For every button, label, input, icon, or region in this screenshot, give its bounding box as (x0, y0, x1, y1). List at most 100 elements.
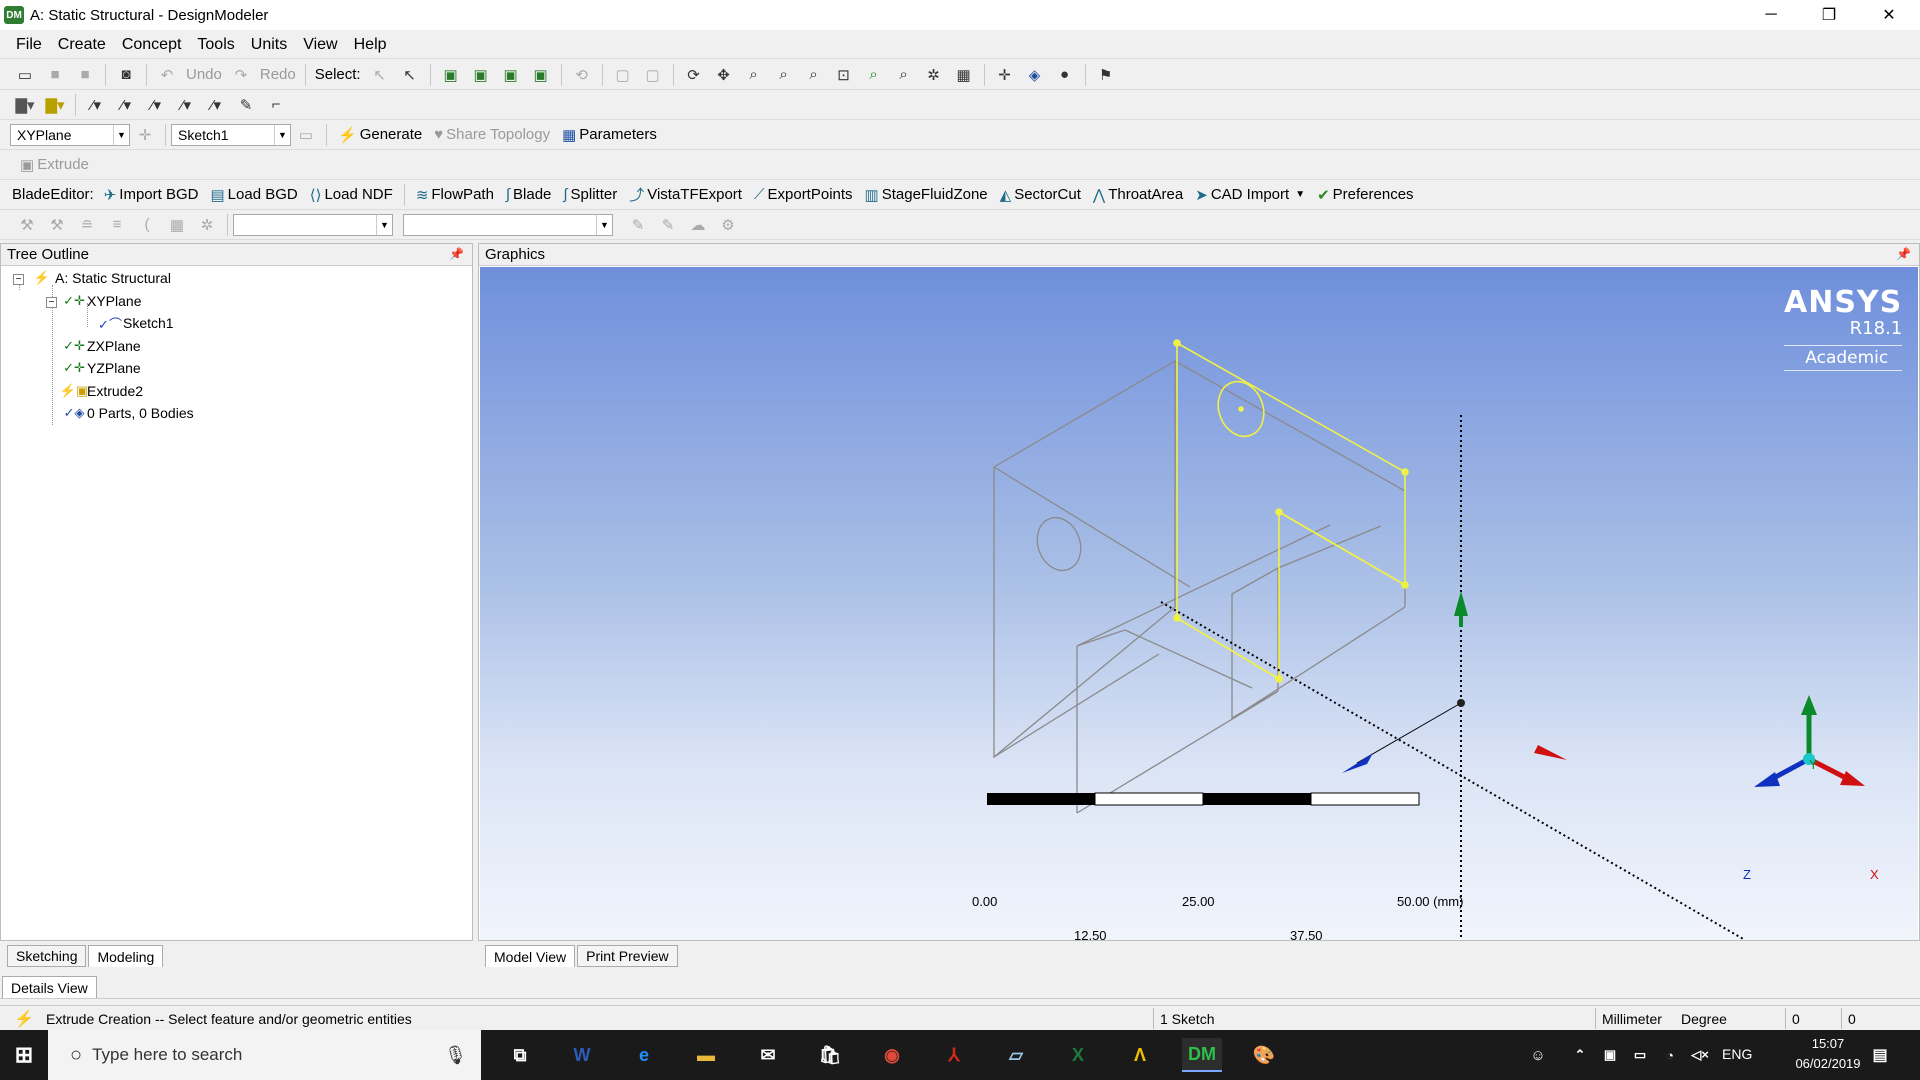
rotate-icon[interactable]: ⟳ (682, 64, 706, 86)
collapse-xyplane-icon[interactable]: − (46, 297, 57, 308)
filter-combo-1[interactable]: ▼ (233, 213, 393, 236)
body-filter-icon[interactable]: ▣ (529, 64, 553, 86)
tool-g-icon[interactable]: ✲ (195, 214, 219, 236)
filter-combo-2[interactable]: ▼ (403, 213, 613, 236)
tree-node-sketch1[interactable]: ✓⌒ Sketch1 (98, 315, 174, 332)
share-topology-button[interactable]: ♥ Share Topology (434, 126, 550, 143)
exportpoints-button[interactable]: ⟋ ExportPoints (754, 186, 853, 203)
redo-button[interactable]: Redo (260, 66, 296, 83)
tool-f-icon[interactable]: ▦ (165, 214, 189, 236)
box-zoom-icon[interactable]: ⌕ (772, 64, 796, 86)
tree-node-parts-bodies[interactable]: ✓◈ 0 Parts, 0 Bodies (64, 405, 194, 421)
action-center-icon[interactable]: ▤ (1860, 1038, 1900, 1072)
generate-button[interactable]: ⚡ Generate (338, 126, 422, 144)
preferences-button[interactable]: ✔ Preferences (1317, 186, 1413, 204)
tree-node-yzplane[interactable]: ✓✛ YZPlane (63, 360, 141, 376)
undo-icon[interactable]: ↶ (155, 64, 179, 86)
spline-tool-icon[interactable]: ⁄▾ (144, 94, 168, 116)
face-filter-icon[interactable]: ▣ (499, 64, 523, 86)
face-color-icon[interactable]: ▇▾ (13, 94, 37, 116)
display-plane-icon[interactable]: ▦ (952, 64, 976, 86)
windows-start-icon[interactable]: ⊞ (4, 1038, 44, 1072)
collapse-root-icon[interactable]: − (13, 274, 24, 285)
chrome-icon[interactable]: ◉ (872, 1038, 912, 1072)
details-view-tab[interactable]: Details View (2, 976, 97, 998)
tool-i-icon[interactable]: ✎ (656, 214, 680, 236)
line-tool-icon[interactable]: ⁄▾ (114, 94, 138, 116)
point-tool-icon[interactable]: ⁄▾ (84, 94, 108, 116)
clock-date[interactable]: 06/02/2019 (1788, 1056, 1868, 1071)
display-model-icon[interactable]: ◈ (1023, 64, 1047, 86)
pan-icon[interactable]: ✥ (712, 64, 736, 86)
dimension-tool-icon[interactable]: ⌐ (264, 94, 288, 116)
edge-filter-icon[interactable]: ▣ (469, 64, 493, 86)
menu-create[interactable]: Create (58, 36, 106, 54)
undo-button[interactable]: Undo (186, 66, 222, 83)
sketch-select[interactable]: Sketch1 ▼ (171, 123, 291, 146)
tab-sketching[interactable]: Sketching (7, 945, 87, 967)
stagefluidzone-button[interactable]: ▥ StageFluidZone (865, 186, 988, 204)
parameters-button[interactable]: ▦ Parameters (562, 126, 657, 144)
store-icon[interactable]: 🛍 (810, 1038, 850, 1072)
menu-concept[interactable]: Concept (122, 36, 182, 54)
tool-e-icon[interactable]: ( (135, 214, 159, 236)
load-ndf-button[interactable]: ⟨⟩ Load NDF (310, 186, 393, 204)
axis-triad-icon[interactable]: ✛ (993, 64, 1017, 86)
tree-node-xyplane[interactable]: ✓✛ XYPlane (63, 293, 141, 309)
throatarea-button[interactable]: ⋀ ThroatArea (1093, 186, 1183, 204)
tool-c-icon[interactable]: ≘ (75, 214, 99, 236)
named-selection-icon[interactable]: ⚑ (1094, 64, 1118, 86)
vistatfexport-button[interactable]: ⤴ VistaTFExport (629, 184, 742, 205)
extrude-button[interactable]: ▣ Extrude (20, 156, 89, 174)
import-bgd-button[interactable]: ✈ Import BGD (104, 186, 199, 204)
file-explorer-icon[interactable]: ▬ (686, 1038, 726, 1072)
tool-k-icon[interactable]: ⚙ (716, 214, 740, 236)
volume-icon[interactable]: ◁× (1680, 1038, 1720, 1072)
new-plane-icon[interactable]: ✛ (133, 124, 157, 146)
save-icon[interactable]: ■ (43, 64, 67, 86)
blade-button[interactable]: ∫ Blade (506, 186, 551, 203)
point-filter-icon[interactable]: ▣ (439, 64, 463, 86)
pin-icon[interactable]: 📌 (449, 247, 464, 261)
box-select-icon[interactable]: ▢ (611, 64, 635, 86)
tree-node-zxplane[interactable]: ✓✛ ZXPlane (63, 338, 141, 354)
zoom-out-icon[interactable]: ⌕ (892, 64, 916, 86)
select-mode-icon[interactable]: ↖ (398, 64, 422, 86)
tab-modeling[interactable]: Modeling (88, 945, 164, 967)
new-icon[interactable]: ▭ (13, 64, 37, 86)
tool-h-icon[interactable]: ✎ (626, 214, 650, 236)
splitter-button[interactable]: ∫ Splitter (563, 186, 617, 203)
zoom-region-icon[interactable]: ⊡ (832, 64, 856, 86)
tree-node-extrude2[interactable]: ⚡▣ Extrude2 (60, 383, 143, 399)
screenshot-icon[interactable]: ◙ (114, 64, 138, 86)
tool-d-icon[interactable]: ≡ (105, 214, 129, 236)
paint-icon[interactable]: 🎨 (1244, 1038, 1284, 1072)
load-bgd-button[interactable]: ▤ Load BGD (210, 186, 297, 204)
close-button[interactable]: ✕ (1860, 0, 1918, 30)
redo-icon[interactable]: ↷ (229, 64, 253, 86)
search-input[interactable]: Type here to search (92, 1045, 242, 1065)
taskbar-search[interactable]: ○ Type here to search 🎙 (48, 1030, 481, 1080)
tree-node-static-structural[interactable]: ⚡ A: Static Structural (33, 270, 171, 286)
zoom-icon[interactable]: ⌕ (742, 64, 766, 86)
sectorcut-button[interactable]: ◭ SectorCut (1000, 186, 1081, 204)
menu-tools[interactable]: Tools (197, 36, 234, 54)
tool-b-icon[interactable]: ⚒ (45, 214, 69, 236)
mail-icon[interactable]: ✉ (748, 1038, 788, 1072)
plane-select[interactable]: XYPlane ▼ (10, 123, 130, 146)
cad-import-button[interactable]: ➤ CAD Import ▼ (1195, 186, 1305, 204)
tool-a-icon[interactable]: ⚒ (15, 214, 39, 236)
save-as-icon[interactable]: ■ (73, 64, 97, 86)
select-new-icon[interactable]: ↖ (368, 64, 392, 86)
flowpath-button[interactable]: ≋ FlowPath (416, 186, 494, 204)
tab-print-preview[interactable]: Print Preview (577, 945, 678, 967)
clock-time[interactable]: 15:07 (1788, 1036, 1868, 1051)
menu-file[interactable]: File (16, 36, 42, 54)
box-select-2-icon[interactable]: ▢ (641, 64, 665, 86)
curve-tool-icon[interactable]: ⁄▾ (204, 94, 228, 116)
tool-j-icon[interactable]: ☁ (686, 214, 710, 236)
graphics-viewport[interactable]: ANSYS R18.1 Academic 0.00 25.00 50.00 (m… (480, 267, 1918, 943)
word-icon[interactable]: W (562, 1038, 602, 1072)
restore-button[interactable]: ❐ (1800, 0, 1858, 30)
designmodeler-taskbar-icon[interactable]: DM (1182, 1038, 1222, 1072)
